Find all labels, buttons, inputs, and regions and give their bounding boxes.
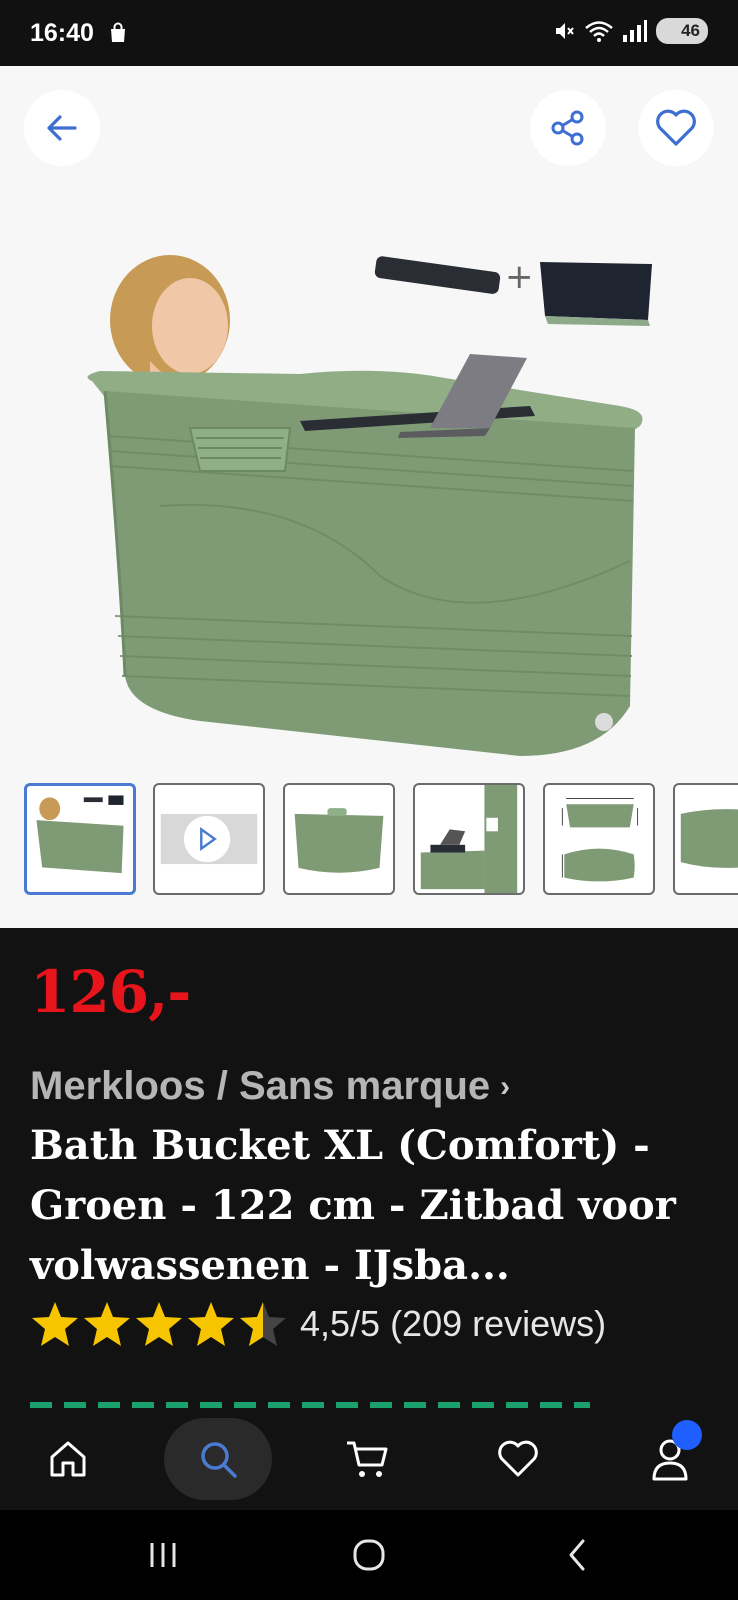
search-icon xyxy=(201,1442,237,1478)
chevron-left-icon xyxy=(569,1539,585,1571)
brand-link[interactable]: Merkloos / Sans marque › xyxy=(30,1064,510,1109)
star-full-icon xyxy=(188,1302,234,1346)
product-image[interactable]: + xyxy=(0,166,738,766)
battery-indicator: 46 xyxy=(656,18,708,44)
thumbnail-strip xyxy=(0,766,738,928)
wifi-icon xyxy=(585,21,613,42)
shopping-bag-icon xyxy=(110,22,125,42)
home-system-button[interactable] xyxy=(339,1530,399,1580)
home-icon xyxy=(50,1441,86,1477)
battery-level: 46 xyxy=(681,21,700,40)
status-time: 16:40 xyxy=(30,18,94,47)
star-full-icon xyxy=(84,1302,130,1346)
thumb-bath-laptop[interactable] xyxy=(413,783,525,895)
system-nav-bar xyxy=(0,1510,738,1600)
back-button[interactable] xyxy=(24,90,100,166)
heart-icon xyxy=(498,1440,538,1477)
star-half-icon xyxy=(240,1302,286,1346)
product-price: 126,- xyxy=(30,958,191,1026)
arrow-left-icon xyxy=(47,115,77,141)
svg-text:+: + xyxy=(505,257,534,297)
product-hero: + xyxy=(0,66,738,766)
account-notification-badge xyxy=(672,1420,702,1450)
brand-name: Merkloos / Sans marque xyxy=(30,1064,491,1108)
back-system-button[interactable] xyxy=(548,1530,608,1580)
cart-icon xyxy=(347,1441,388,1477)
thumb-video[interactable] xyxy=(153,783,265,895)
heart-icon xyxy=(656,109,696,146)
favorite-button[interactable] xyxy=(638,90,714,166)
share-button[interactable] xyxy=(530,90,606,166)
star-full-icon xyxy=(32,1302,78,1346)
status-bar: 16:40 46 xyxy=(0,0,738,66)
rating-stars xyxy=(30,1300,288,1348)
star-full-icon xyxy=(136,1302,182,1346)
thumb-bath-front[interactable] xyxy=(283,783,395,895)
home-circle-icon xyxy=(353,1539,385,1571)
nav-search[interactable] xyxy=(164,1418,272,1500)
nav-favorites[interactable] xyxy=(464,1418,572,1500)
chevron-right-icon: › xyxy=(500,1069,511,1103)
product-title: Bath Bucket XL (Comfort) - Groen - 122 c… xyxy=(30,1122,676,1289)
thumb-bath-person[interactable] xyxy=(24,783,136,895)
thumb-dimensions[interactable] xyxy=(543,783,655,895)
rating-row[interactable]: 4,5/5 (209 reviews) xyxy=(30,1300,606,1348)
nav-account[interactable] xyxy=(616,1418,724,1500)
recent-apps-icon xyxy=(150,1543,176,1567)
nav-cart[interactable] xyxy=(314,1418,422,1500)
mute-icon xyxy=(556,23,574,39)
share-icon xyxy=(551,110,584,146)
signal-icon xyxy=(623,20,647,42)
thumb-bath-side[interactable] xyxy=(673,783,738,895)
nav-home[interactable] xyxy=(14,1418,122,1500)
product-info: 126,- Merkloos / Sans marque › Bath Buck… xyxy=(0,928,738,1408)
status-icons: 46 xyxy=(552,18,708,44)
rating-text: 4,5/5 (209 reviews) xyxy=(300,1303,607,1344)
recent-apps-button[interactable] xyxy=(133,1530,193,1580)
bottom-nav xyxy=(0,1408,738,1510)
